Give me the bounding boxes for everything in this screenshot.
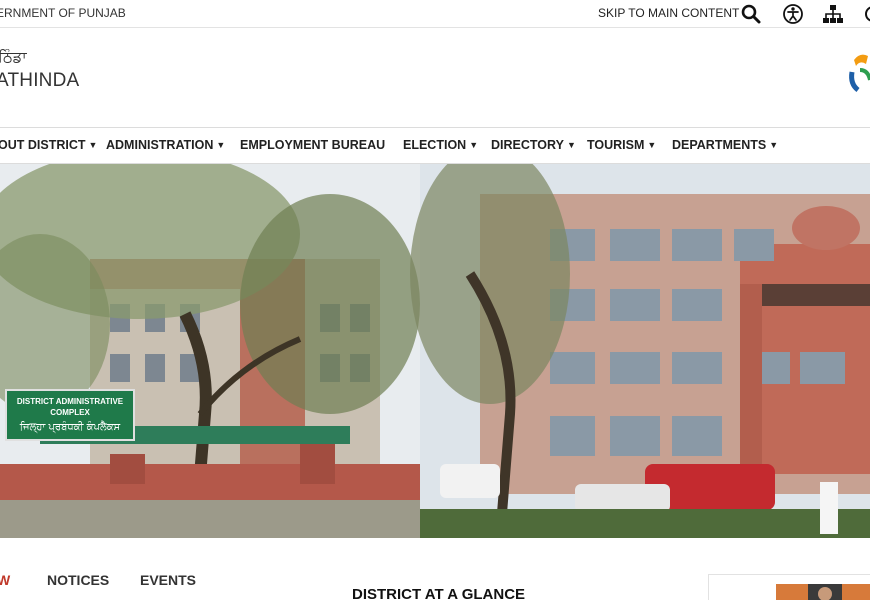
sitemap-icon[interactable] xyxy=(822,3,844,25)
nav-item-label: OUT DISTRICT xyxy=(0,138,86,152)
nav-item-departments[interactable]: DEPARTMENTS ▼ xyxy=(672,138,778,152)
chevron-down-icon: ▼ xyxy=(88,140,98,150)
nav-item-administration[interactable]: ADMINISTRATION ▼ xyxy=(106,138,225,152)
district-at-a-glance-heading: DISTRICT AT A GLANCE xyxy=(352,586,526,600)
profile-photo-thumbnail xyxy=(776,584,870,600)
chevron-down-icon: ▼ xyxy=(566,140,576,150)
district-name-local: ਠਿੰਡਾ xyxy=(0,49,27,66)
government-label: ERNMENT OF PUNJAB xyxy=(0,6,126,20)
accessibility-icon[interactable] xyxy=(782,3,804,25)
chevron-down-icon: ▼ xyxy=(216,140,226,150)
nav-item-label: ADMINISTRATION xyxy=(106,138,214,152)
nav-item-label: DEPARTMENTS xyxy=(672,138,767,152)
tab-notices[interactable]: NOTICES xyxy=(47,572,109,588)
top-utility-bar: ERNMENT OF PUNJAB SKIP TO MAIN CONTENT xyxy=(0,0,870,28)
chevron-down-icon: ▼ xyxy=(769,140,779,150)
tab-label: W xyxy=(0,572,11,588)
search-icon[interactable] xyxy=(740,3,762,25)
nav-item-about-district[interactable]: OUT DISTRICT ▼ xyxy=(0,138,97,152)
right-photo xyxy=(410,164,870,538)
nav-item-label: ELECTION xyxy=(403,138,467,152)
main-navigation: OUT DISTRICT ▼ ADMINISTRATION ▼ EMPLOYMENT… xyxy=(0,127,870,164)
tab-whats-new[interactable]: W xyxy=(0,572,10,588)
sign-text-line1: DISTRICT ADMINISTRATIVE xyxy=(17,397,124,406)
national-emblem-logo xyxy=(849,54,870,92)
skip-to-main-content-link[interactable]: SKIP TO MAIN CONTENT xyxy=(598,6,739,20)
nav-item-tourism[interactable]: TOURISM ▼ xyxy=(587,138,656,152)
chevron-down-icon: ▼ xyxy=(647,140,657,150)
nav-item-election[interactable]: ELECTION ▼ xyxy=(403,138,478,152)
tab-label: EVENTS xyxy=(140,572,197,588)
banner-image: DISTRICT ADMINISTRATIVE COMPLEX ਜਿਲ੍ਹਾ ਪ… xyxy=(0,164,870,538)
contrast-icon[interactable] xyxy=(862,3,870,25)
sign-text-line2: COMPLEX xyxy=(50,408,90,417)
sign-text-line3: ਜਿਲ੍ਹਾ ਪ੍ਰਬੰਧਕੀ ਕੰਪਲੈਕਸ xyxy=(19,421,121,433)
nav-item-label: DIRECTORY xyxy=(491,138,564,152)
hero-banner-slider[interactable]: DISTRICT ADMINISTRATIVE COMPLEX ਜਿਲ੍ਹਾ ਪ… xyxy=(0,164,870,538)
nav-item-directory[interactable]: DIRECTORY ▼ xyxy=(491,138,576,152)
chevron-down-icon: ▼ xyxy=(469,140,479,150)
nav-item-employment-bureau[interactable]: EMPLOYMENT BUREAU xyxy=(240,138,385,152)
tab-label: NOTICES xyxy=(47,572,110,588)
nav-item-label: TOURISM xyxy=(587,138,645,152)
tab-events[interactable]: EVENTS xyxy=(140,572,196,588)
nav-item-label: EMPLOYMENT BUREAU xyxy=(240,138,386,152)
left-photo: DISTRICT ADMINISTRATIVE COMPLEX ਜਿਲ੍ਹਾ ਪ… xyxy=(0,164,420,538)
district-name[interactable]: ATHINDA xyxy=(0,70,79,92)
